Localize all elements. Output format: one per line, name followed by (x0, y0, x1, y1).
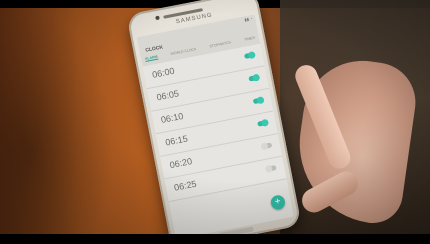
alarm-time: 06:00 (151, 65, 176, 80)
alarm-time: 06:15 (164, 133, 189, 148)
photo-scene: SAMSUNG ▮▮ ◔ CLOCK ALARM WORLD CLOCK STO… (0, 0, 430, 244)
alarm-list: 06:00 06:05 06:10 06:15 06:20 06:25 (142, 43, 287, 203)
smartphone: SAMSUNG ▮▮ ◔ CLOCK ALARM WORLD CLOCK STO… (126, 0, 302, 244)
alarm-toggle[interactable] (265, 165, 277, 172)
alarm-toggle[interactable] (252, 97, 264, 105)
tab-timer[interactable]: TIMER (244, 36, 256, 43)
alarm-time: 06:20 (168, 156, 193, 171)
alarm-time: 06:05 (155, 88, 180, 103)
tab-world-clock[interactable]: WORLD CLOCK (170, 47, 197, 57)
alarm-toggle[interactable] (261, 142, 273, 150)
alarm-time: 06:25 (173, 178, 198, 193)
plus-icon: + (273, 195, 282, 208)
phone-screen: ▮▮ ◔ CLOCK ALARM WORLD CLOCK STOPWATCH T… (136, 14, 294, 240)
alarm-toggle[interactable] (243, 52, 255, 59)
app-title: CLOCK (144, 44, 164, 54)
alarm-toggle[interactable] (248, 74, 260, 82)
tab-alarm[interactable]: ALARM (144, 54, 159, 62)
alarm-time: 06:10 (160, 110, 185, 126)
add-alarm-button[interactable]: + (269, 194, 287, 211)
tab-stopwatch[interactable]: STOPWATCH (209, 40, 231, 49)
alarm-toggle[interactable] (257, 119, 268, 127)
letterbox-bottom (0, 234, 430, 244)
front-camera-icon (155, 15, 160, 21)
